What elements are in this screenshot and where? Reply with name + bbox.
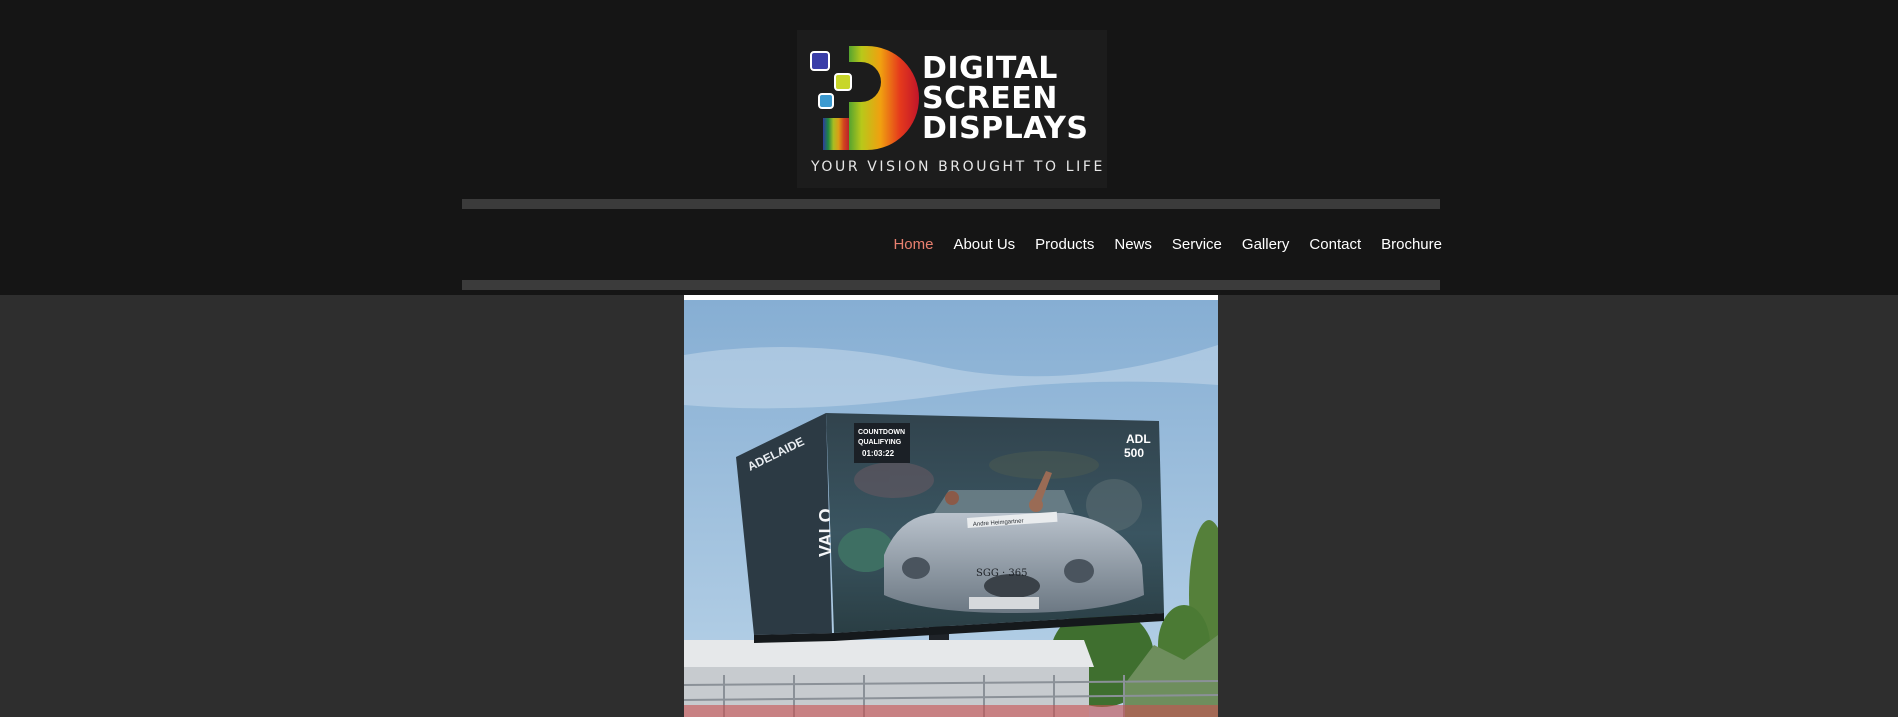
- brand-line-1: DIGITAL: [922, 51, 1058, 86]
- nav-item-home[interactable]: Home: [883, 232, 943, 257]
- header-divider-top: [462, 199, 1440, 209]
- nav-item-service[interactable]: Service: [1162, 232, 1232, 257]
- nav-item-news[interactable]: News: [1104, 232, 1162, 257]
- nav-item-products[interactable]: Products: [1025, 232, 1104, 257]
- main-nav: Home About Us Products News Service Gall…: [883, 232, 1452, 257]
- hero-image: ADELAIDE VALO COUNTDOWN QUALIFYING 01:03…: [684, 295, 1218, 717]
- nav-item-brochure[interactable]: Brochure: [1371, 232, 1452, 257]
- logo-mark-icon: [810, 46, 919, 150]
- screen-badge-line-1: COUNTDOWN: [858, 429, 905, 436]
- nav-item-gallery[interactable]: Gallery: [1232, 232, 1300, 257]
- hero-photo: ADELAIDE VALO COUNTDOWN QUALIFYING 01:03…: [684, 295, 1218, 717]
- screen-logo-line-2: 500: [1124, 446, 1144, 460]
- brand-line-2: SCREEN: [922, 81, 1058, 116]
- site-header: DIGITAL SCREEN DISPLAYS YOUR VISION BROU…: [0, 0, 1898, 295]
- nav-item-contact[interactable]: Contact: [1299, 232, 1371, 257]
- screen-logo-line-1: ADL: [1126, 432, 1151, 446]
- screen-badge-line-3: 01:03:22: [862, 449, 895, 458]
- brand-line-3: DISPLAYS: [922, 111, 1089, 146]
- brand-wordmark: DIGITAL SCREEN DISPLAYS: [922, 54, 1088, 144]
- car-plate-text: SGG · 365: [976, 568, 1027, 579]
- header-divider-bottom: [462, 280, 1440, 290]
- site-logo[interactable]: DIGITAL SCREEN DISPLAYS YOUR VISION BROU…: [797, 30, 1107, 188]
- screen-badge-line-2: QUALIFYING: [858, 439, 902, 446]
- brand-tagline: YOUR VISION BROUGHT TO LIFE: [811, 159, 1105, 175]
- nav-item-about-us[interactable]: About Us: [943, 232, 1025, 257]
